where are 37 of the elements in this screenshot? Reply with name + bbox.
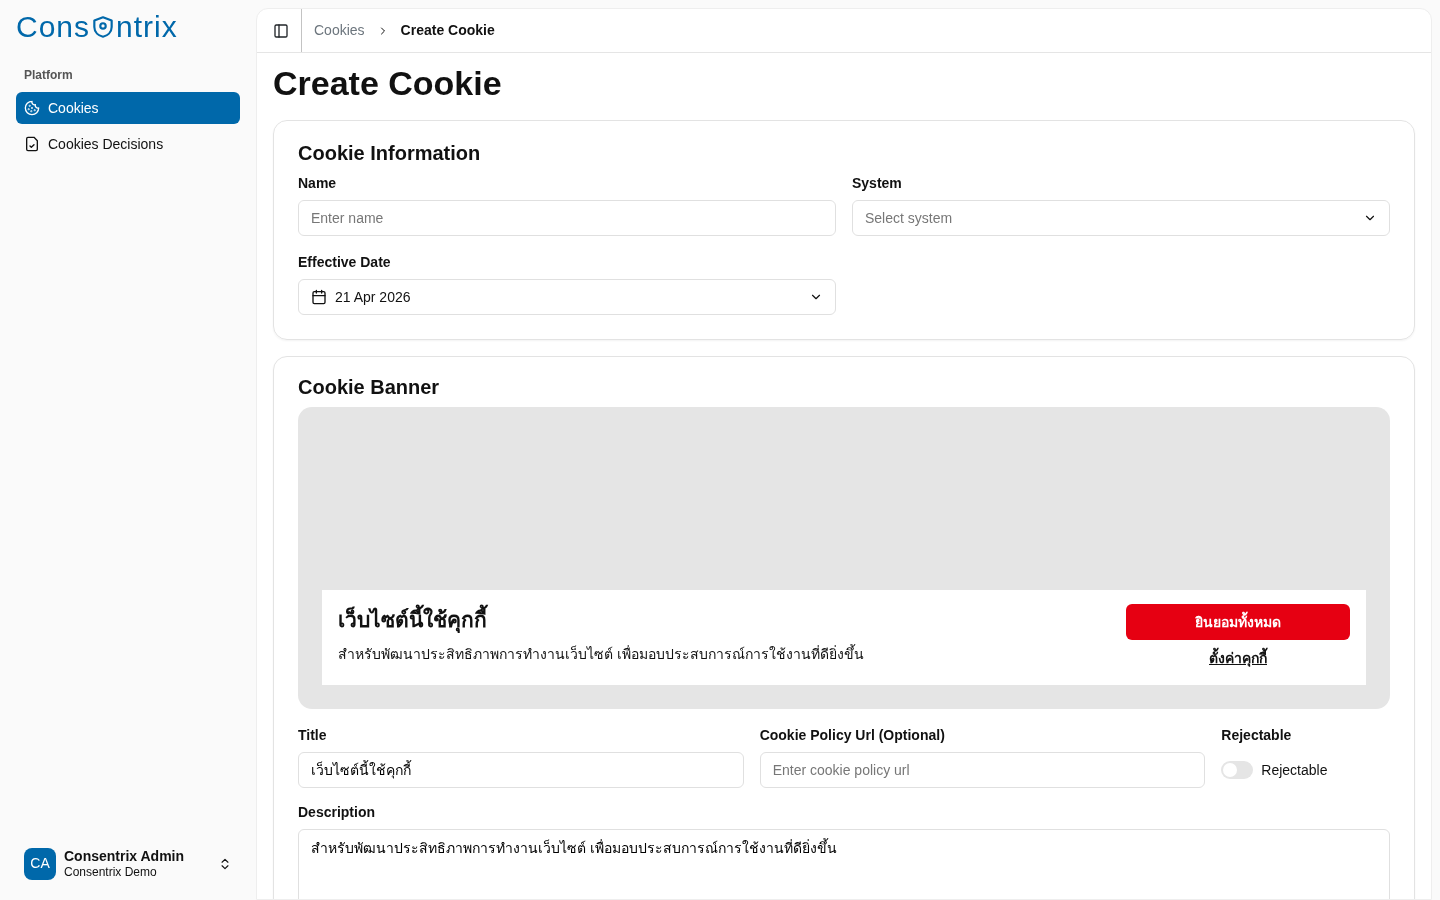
field-label: Description xyxy=(298,803,376,823)
field-label: Name xyxy=(298,174,338,194)
banner-description: สำหรับพัฒนาประสิทธิภาพการทำงานเว็บไซต์ เพื่อมอบประสบการณ์การใช้งานที่ดียิ่งขึ้น xyxy=(338,643,865,664)
cookie-icon xyxy=(24,100,40,116)
field-label: Title xyxy=(298,726,328,746)
calendar-icon xyxy=(311,289,327,306)
breadcrumb-item[interactable]: Cookies xyxy=(314,20,365,41)
rejectable-switch[interactable] xyxy=(1221,761,1254,780)
sidebar-item[interactable]: Cookies xyxy=(16,92,240,124)
system-select[interactable]: Select system xyxy=(852,200,1390,237)
field-label: System xyxy=(852,174,903,194)
sidebar-toggle[interactable] xyxy=(273,22,289,39)
page-title: Create Cookie xyxy=(273,65,503,103)
sidebar-item[interactable]: Cookies Decisions xyxy=(16,128,240,160)
file-check-icon xyxy=(24,136,40,152)
accept-all-button[interactable]: ยินยอมทั้งหมด xyxy=(1126,604,1350,641)
switch-label: Rejectable xyxy=(1261,760,1328,780)
section-title: Cookie Information xyxy=(298,141,482,166)
cookie-settings-link[interactable]: ตั้งค่าคุกกี้ xyxy=(1209,648,1267,670)
section-title: Cookie Banner xyxy=(298,375,441,400)
user-avatar: CA xyxy=(24,847,56,880)
logo-text: ntrix xyxy=(116,12,178,42)
breadcrumb-item: Create Cookie xyxy=(400,21,495,40)
sidebar-panel-icon xyxy=(273,22,289,39)
logo-text: Cons xyxy=(16,12,91,42)
policy-url-field[interactable]: Enter cookie policy url xyxy=(759,752,1206,789)
date-picker[interactable]: 21 Apr 2026 xyxy=(298,279,836,316)
title-field[interactable]: เว็บไซต์นี้ใช้คุกกี้ xyxy=(298,752,744,789)
user-name: Consentrix Admin xyxy=(64,847,186,865)
description-field[interactable]: สำหรับพัฒนาประสิทธิภาพการทำงานเว็บไซต์ เพื่อมอบประสบการณ์การใช้งานที่ดียิ่งขึ้น xyxy=(298,829,1390,899)
field-label: Effective Date xyxy=(298,253,392,273)
field-label: Rejectable xyxy=(1221,726,1293,746)
name-field[interactable]: Enter name xyxy=(298,200,836,237)
section-label: Platform xyxy=(24,67,74,84)
org-name: Consentrix Demo xyxy=(64,865,158,880)
field-label: Cookie Policy Url (Optional) xyxy=(759,726,946,746)
banner-title: เว็บไซต์นี้ใช้คุกกี้ xyxy=(338,604,1126,636)
